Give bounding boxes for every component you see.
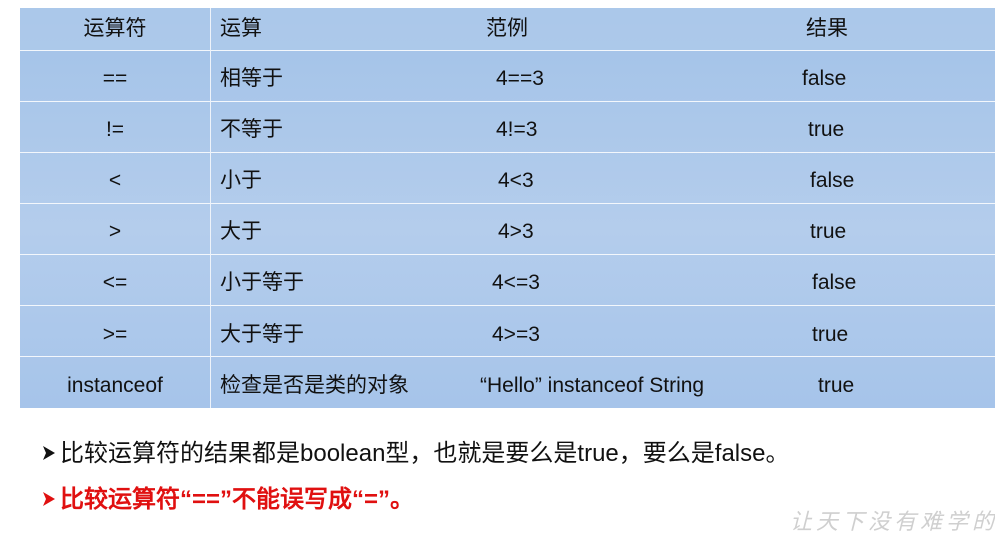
table-row: == 相等于 4==3 false [20,50,995,101]
operator-cell: <= [102,271,128,294]
note-text: 比较运算符“==”不能误写成“=”。 [60,486,415,513]
example-cell: 4<=3 [492,271,540,294]
operation-cell: 不等于 [220,118,283,141]
header-example: 范例 [486,17,528,40]
result-cell: true [818,374,855,397]
header-operator: 运算符 [83,17,147,40]
watermark: 让天下没有难学的 [790,510,995,535]
operator-cell: != [105,118,125,141]
result-cell: false [810,169,855,192]
example-cell: 4==3 [496,67,544,90]
arrow-bullet-icon [43,492,55,506]
table-row: != 不等于 4!=3 true [20,101,995,152]
operation-cell: 检查是否是类的对象 [220,374,409,397]
example-cell: 4<3 [498,169,534,192]
result-cell: true [810,220,847,243]
operator-table: 运算符 运算 范例 结果 == 相等于 4==3 false != 不等于 4!… [20,8,995,408]
result-cell: true [808,118,845,141]
result-cell: true [812,323,849,346]
operator-cell: == [102,67,128,90]
operation-cell: 大于等于 [220,323,304,346]
operation-cell: 大于 [220,220,262,243]
note-item-highlight: 比较运算符“==”不能误写成“=”。 [42,488,414,512]
operator-cell: > [108,220,122,243]
table-row: instanceof 检查是否是类的对象 “Hello” instanceof … [20,356,995,407]
example-cell: 4>=3 [492,323,540,346]
result-cell: false [802,67,847,90]
table-row: > 大于 4>3 true [20,203,995,254]
note-item: 比较运算符的结果都是boolean型，也就是要么是true，要么是false。 [42,442,789,466]
note-text: 比较运算符的结果都是boolean型，也就是要么是true，要么是false。 [60,440,790,467]
operation-cell: 相等于 [220,67,283,90]
table-row: < 小于 4<3 false [20,152,995,203]
operator-cell: < [108,169,122,192]
table-row: >= 大于等于 4>=3 true [20,305,995,356]
example-cell: “Hello” instanceof String [480,374,705,397]
operator-cell: >= [102,323,128,346]
table-row: <= 小于等于 4<=3 false [20,254,995,305]
example-cell: 4>3 [498,220,534,243]
operation-cell: 小于 [220,169,262,192]
header-result: 结果 [806,17,848,40]
result-cell: false [812,271,857,294]
example-cell: 4!=3 [496,118,538,141]
table-header-row: 运算符 运算 范例 结果 [20,8,995,50]
operator-cell: instanceof [67,374,163,397]
arrow-bullet-icon [43,446,55,460]
operation-cell: 小于等于 [220,271,304,294]
header-operation: 运算 [220,17,262,40]
